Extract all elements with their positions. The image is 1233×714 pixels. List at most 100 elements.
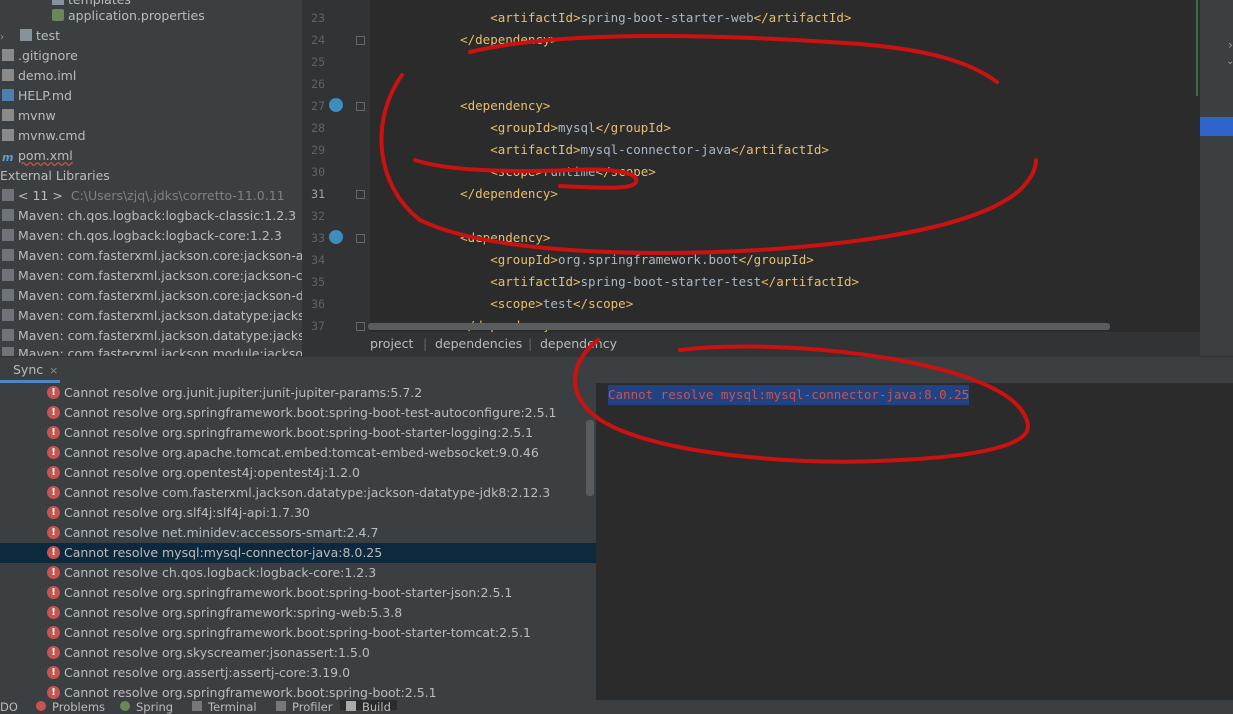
tree-item-library[interactable]: Maven: com.fasterxml.jackson.datatype:ja… xyxy=(2,306,302,326)
code-line[interactable]: <scope>runtime</scope> xyxy=(430,161,656,183)
list-item[interactable]: Cannot resolve org.springframework:sprin… xyxy=(0,603,596,623)
xml-open-tag: <dependency> xyxy=(460,98,551,113)
line-number: 31 xyxy=(311,187,325,201)
tab-sync[interactable]: Sync × xyxy=(0,356,60,383)
error-icon xyxy=(47,406,60,419)
close-icon[interactable]: × xyxy=(49,364,58,377)
list-item[interactable]: Cannot resolve net.minidev:accessors-sma… xyxy=(0,523,596,543)
fold-marker[interactable] xyxy=(356,36,365,45)
code-line[interactable]: <dependency> xyxy=(430,227,550,249)
error-icon xyxy=(47,466,60,479)
error-text: Cannot resolve org.slf4j:slf4j-api:1.7.3… xyxy=(64,505,310,520)
list-item[interactable]: Cannot resolve org.slf4j:slf4j-api:1.7.3… xyxy=(0,503,596,523)
tree-item-library[interactable]: Maven: ch.qos.logback:logback-core:1.2.3 xyxy=(2,226,282,246)
xml-text: mysql xyxy=(557,120,596,135)
list-item[interactable]: Cannot resolve org.springframework.boot:… xyxy=(0,403,596,423)
list-item[interactable]: Cannot resolve mysql:mysql-connector-jav… xyxy=(0,543,596,563)
code-line[interactable]: <artifactId>spring-boot-starter-test</ar… xyxy=(430,271,859,293)
list-item[interactable]: Cannot resolve org.apache.tomcat.embed:t… xyxy=(0,443,596,463)
code-line[interactable]: <artifactId>mysql-connector-java</artifa… xyxy=(430,139,829,161)
line-number: 25 xyxy=(311,55,325,69)
tree-item-demo-iml[interactable]: demo.iml xyxy=(2,66,76,86)
tab-spring[interactable]: Spring xyxy=(120,700,173,714)
tab-terminal[interactable]: Terminal xyxy=(192,700,257,714)
error-text: Cannot resolve org.assertj:assertj-core:… xyxy=(64,665,351,680)
dependency-update-icon[interactable] xyxy=(329,98,343,112)
error-text: Cannot resolve org.opentest4j:opentest4j… xyxy=(64,465,360,480)
list-item[interactable]: Cannot resolve org.springframework.boot:… xyxy=(0,583,596,603)
chevron-right-icon[interactable]: › xyxy=(1228,38,1233,52)
line-number: 32 xyxy=(311,209,325,223)
chevron-right-icon[interactable]: › xyxy=(0,28,10,48)
error-detail-message[interactable]: Cannot resolve mysql:mysql-connector-jav… xyxy=(608,385,970,405)
xml-close-tag: </groupId> xyxy=(595,120,671,135)
xml-text: test xyxy=(542,296,574,311)
list-item[interactable]: Cannot resolve com.fasterxml.jackson.dat… xyxy=(0,483,596,503)
list-item[interactable]: Cannot resolve org.assertj:assertj-core:… xyxy=(0,663,596,683)
code-line[interactable]: <scope>test</scope> xyxy=(430,293,633,315)
tab-profiler[interactable]: Profiler xyxy=(276,700,333,714)
code-line[interactable]: <groupId>mysql</groupId> xyxy=(430,117,671,139)
list-item[interactable]: Cannot resolve org.opentest4j:opentest4j… xyxy=(0,463,596,483)
folder-icon xyxy=(52,0,64,5)
library-jar-icon xyxy=(2,249,14,261)
scroll-marker xyxy=(1200,117,1233,136)
tree-item-library[interactable]: Maven: com.fasterxml.jackson.core:jackso… xyxy=(2,266,302,286)
tree-item-gitignore[interactable]: .gitignore xyxy=(2,46,78,66)
breadcrumb: project | dependencies | dependency xyxy=(302,332,1200,356)
tree-item-external-libraries[interactable]: External Libraries xyxy=(0,166,110,186)
fold-marker[interactable] xyxy=(356,102,365,111)
tree-item-pom-xml[interactable]: m pom.xml xyxy=(2,146,73,166)
dependency-update-icon[interactable] xyxy=(329,230,343,244)
sync-list-scrollbar[interactable] xyxy=(586,420,594,496)
fold-marker[interactable] xyxy=(356,322,365,331)
tree-item-help-md[interactable]: HELP.md xyxy=(2,86,72,106)
list-item[interactable]: Cannot resolve org.springframework.boot:… xyxy=(0,683,596,700)
xml-close-tag: </artifactId> xyxy=(761,274,859,289)
tree-item-library[interactable]: Maven: com.fasterxml.jackson.module:jack… xyxy=(2,344,302,356)
editor-horizontal-scrollbar[interactable] xyxy=(368,323,1110,330)
code-line[interactable]: </dependency> xyxy=(430,29,558,51)
code-line[interactable]: <groupId>org.springframework.boot</group… xyxy=(430,249,814,271)
xml-close-tag: </dependency> xyxy=(460,186,558,201)
line-number: 27 xyxy=(311,99,325,113)
xml-open-tag: <dependency> xyxy=(460,230,551,245)
code-editor[interactable]: <artifactId>spring-boot-starter-web</art… xyxy=(370,0,1200,332)
error-icon xyxy=(47,486,60,499)
tree-item-library[interactable]: Maven: ch.qos.logback:logback-classic:1.… xyxy=(2,206,296,226)
fold-marker[interactable] xyxy=(356,234,365,243)
list-item[interactable]: Cannot resolve ch.qos.logback:logback-co… xyxy=(0,563,596,583)
tree-item-mvnw-cmd[interactable]: mvnw.cmd xyxy=(2,126,86,146)
tab-build[interactable]: Build xyxy=(340,700,397,714)
list-item[interactable]: Cannot resolve org.springframework.boot:… xyxy=(0,423,596,443)
markdown-file-icon xyxy=(2,89,14,101)
tree-item-application-properties[interactable]: application.properties xyxy=(52,6,205,26)
problems-icon xyxy=(36,701,46,711)
list-item[interactable]: Cannot resolve org.springframework.boot:… xyxy=(0,623,596,643)
code-line[interactable]: <artifactId>spring-boot-starter-web</art… xyxy=(430,7,851,29)
chevron-down-icon[interactable]: ⌄ xyxy=(1226,56,1233,67)
tree-item-library[interactable]: Maven: com.fasterxml.jackson.core:jackso… xyxy=(2,286,302,306)
list-item[interactable]: Cannot resolve org.junit.jupiter:junit-j… xyxy=(0,383,596,403)
code-line[interactable]: <dependency> xyxy=(430,95,550,117)
breadcrumb-dependency[interactable]: dependency xyxy=(540,332,617,356)
tab-problems[interactable]: Problems xyxy=(36,700,105,714)
line-number: 34 xyxy=(311,253,325,267)
code-line[interactable]: </dependency> xyxy=(430,183,558,205)
list-item[interactable]: Cannot resolve org.skyscreamer:jsonasser… xyxy=(0,643,596,663)
breadcrumb-project[interactable]: project xyxy=(370,332,413,356)
breadcrumb-dependencies[interactable]: dependencies xyxy=(435,332,522,356)
error-icon xyxy=(47,566,60,579)
fold-marker[interactable] xyxy=(356,190,365,199)
tree-item-library[interactable]: Maven: com.fasterxml.jackson.datatype:ja… xyxy=(2,326,302,346)
xml-text: spring-boot-starter-test xyxy=(580,274,762,289)
tree-item-library[interactable]: Maven: com.fasterxml.jackson.core:jackso… xyxy=(2,246,302,266)
tab-todo[interactable]: DO xyxy=(0,700,18,714)
script-file-icon xyxy=(2,109,14,121)
xml-open-tag: <artifactId> xyxy=(490,142,581,157)
tree-item-mvnw[interactable]: mvnw xyxy=(2,106,56,126)
error-icon xyxy=(47,526,60,539)
tree-item-jdk[interactable]: < 11 > C:\Users\zjq\.jdks\corretto-11.0.1… xyxy=(2,186,285,206)
tree-item-test[interactable]: › test xyxy=(0,26,60,46)
error-icon xyxy=(47,586,60,599)
